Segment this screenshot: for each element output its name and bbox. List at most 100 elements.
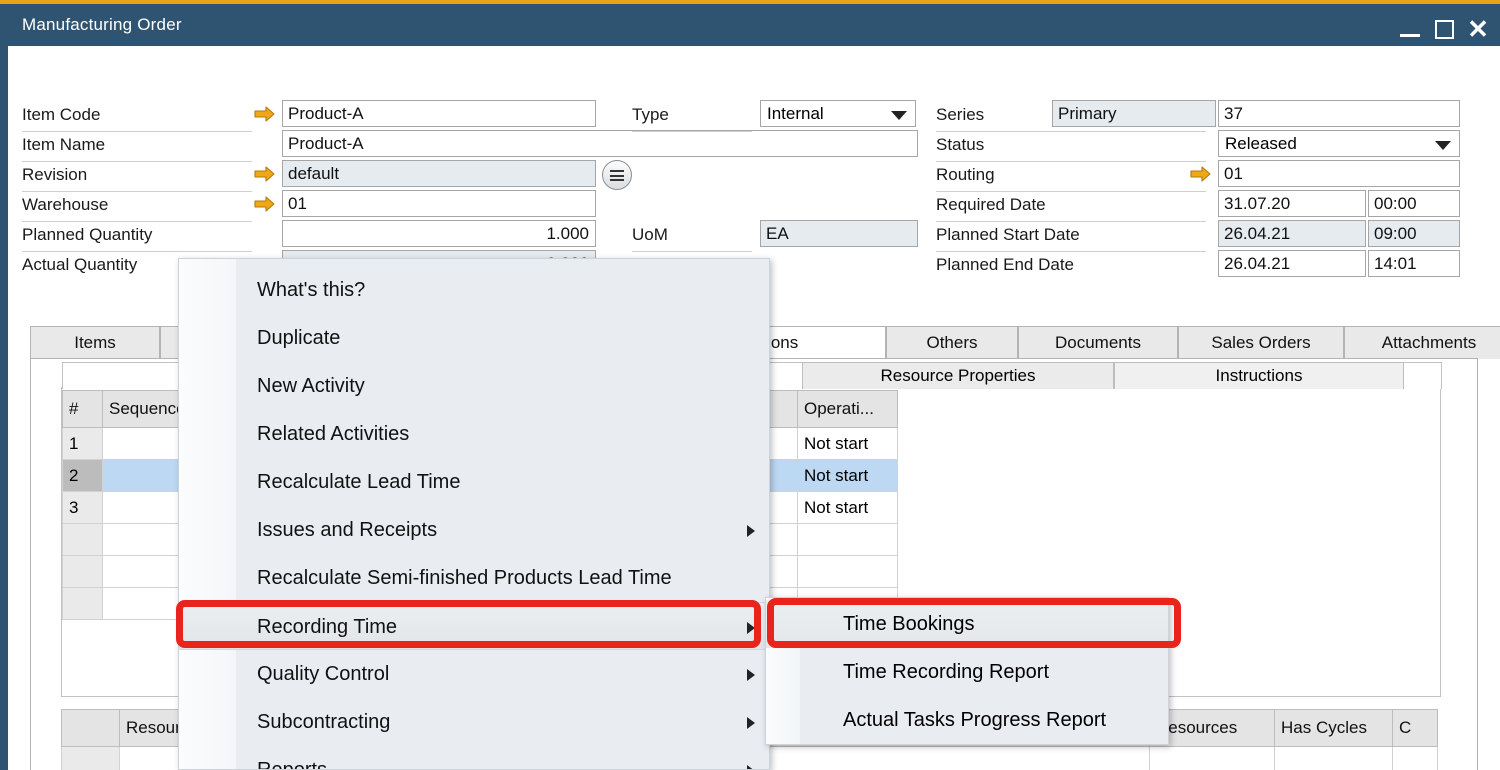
menu-item-new-activity[interactable]: New Activity (179, 362, 770, 410)
submenu-item-label: Time Bookings (843, 600, 975, 648)
label-uom: UoM (632, 225, 668, 245)
label-actual-quantity: Actual Quantity (22, 255, 137, 275)
cell-c[interactable] (1393, 747, 1438, 770)
list-icon (610, 170, 624, 181)
menu-item-label: Duplicate (257, 314, 340, 362)
label-type: Type (632, 105, 669, 125)
planned-start-date-input[interactable]: 26.04.21 (1218, 220, 1366, 247)
menu-item-label: What's this? (257, 266, 365, 314)
required-arrow-icon (254, 165, 276, 183)
series-input[interactable]: Primary (1052, 100, 1216, 127)
label-required-date: Required Date (936, 195, 1046, 215)
cell-resources-rownum (62, 747, 120, 770)
cell-has-cycles[interactable] (1275, 747, 1393, 770)
menu-item-related-activities[interactable]: Related Activities (179, 410, 770, 458)
field-underline (22, 251, 252, 252)
menu-item-label: Recalculate Semi-finished Products Lead … (257, 554, 672, 602)
label-item-code: Item Code (22, 105, 100, 125)
submenu-item-time-bookings[interactable]: Time Bookings (766, 600, 1169, 648)
menu-item-label: New Activity (257, 362, 365, 410)
menu-item-label: Subcontracting (257, 698, 390, 746)
field-underline (632, 251, 752, 252)
menu-item-subcontracting[interactable]: Subcontracting (179, 698, 770, 746)
chevron-down-icon (1435, 141, 1451, 150)
menu-item-recording-time[interactable]: Recording Time (179, 602, 770, 650)
tab-documents[interactable]: Documents (1018, 326, 1178, 359)
chevron-down-icon (891, 111, 907, 120)
submenu-arrow-icon (747, 717, 755, 729)
revision-list-button[interactable] (602, 160, 632, 190)
menu-item-recalculate-semi-finished-products-lead-time[interactable]: Recalculate Semi-finished Products Lead … (179, 554, 770, 602)
label-planned-quantity: Planned Quantity (22, 225, 152, 245)
cell-operation-status[interactable]: Not start (798, 428, 898, 460)
label-item-name: Item Name (22, 135, 105, 155)
menu-item-reports[interactable]: Reports (179, 746, 770, 770)
revision-input[interactable]: default (282, 160, 596, 187)
status-select[interactable]: Released (1218, 130, 1460, 157)
maximize-icon (1435, 20, 1454, 39)
col-operation-status[interactable]: Operati... (798, 391, 898, 428)
planned-end-date-input[interactable]: 26.04.21 (1218, 250, 1366, 277)
menu-item-duplicate[interactable]: Duplicate (179, 314, 770, 362)
cell-operation-status[interactable] (798, 556, 898, 588)
field-underline (936, 251, 1206, 252)
tab-sales-orders[interactable]: Sales Orders (1178, 326, 1344, 359)
label-revision: Revision (22, 165, 87, 185)
label-series: Series (936, 105, 984, 125)
close-icon: ✕ (1467, 16, 1489, 42)
type-select-value: Internal (767, 102, 824, 126)
cell-operation-status[interactable]: Not start (798, 460, 898, 492)
menu-item-label: Recording Time (257, 603, 397, 651)
cell-resources[interactable] (1150, 747, 1275, 770)
col-has-cycles[interactable]: Has Cycles (1275, 710, 1393, 747)
tab-items[interactable]: Items (30, 326, 160, 359)
menu-item-issues-and-receipts[interactable]: Issues and Receipts (179, 506, 770, 554)
cell-rownum (63, 556, 103, 588)
cell-rownum (63, 524, 103, 556)
cell-operation-status[interactable]: Not start (798, 492, 898, 524)
title-bar: Manufacturing Order ✕ (0, 4, 1500, 46)
col-c[interactable]: C (1393, 710, 1438, 747)
field-underline (936, 191, 1206, 192)
menu-item-whats-this[interactable]: What's this? (179, 266, 770, 314)
label-warehouse: Warehouse (22, 195, 108, 215)
type-select[interactable]: Internal (760, 100, 916, 127)
required-arrow-icon (1190, 165, 1212, 183)
menu-item-label: Quality Control (257, 650, 389, 698)
item-name-input[interactable]: Product-A (282, 130, 918, 157)
submenu-item-label: Actual Tasks Progress Report (843, 696, 1106, 744)
submenu-arrow-icon (747, 622, 755, 634)
context-menu: What's this? Duplicate New Activity Rela… (178, 258, 770, 770)
col-rownum[interactable]: # (63, 391, 103, 428)
status-select-value: Released (1225, 132, 1297, 156)
routing-input[interactable]: 01 (1218, 160, 1460, 187)
planned-end-time-input[interactable]: 14:01 (1368, 250, 1460, 277)
label-status: Status (936, 135, 984, 155)
submenu-item-actual-tasks-progress-report[interactable]: Actual Tasks Progress Report (766, 696, 1169, 744)
tab-others[interactable]: Others (886, 326, 1018, 359)
col-resources-rownum[interactable] (62, 710, 120, 747)
recording-time-submenu: Time Bookings Time Recording Report Actu… (765, 597, 1169, 745)
menu-item-quality-control[interactable]: Quality Control (179, 650, 770, 698)
label-routing: Routing (936, 165, 995, 185)
submenu-arrow-icon (747, 525, 755, 537)
series-number-input[interactable]: 37 (1218, 100, 1460, 127)
subtab-instructions[interactable]: Instructions (1114, 362, 1404, 389)
cell-operation-status[interactable] (798, 524, 898, 556)
uom-input[interactable]: EA (760, 220, 918, 247)
planned-start-time-input[interactable]: 09:00 (1368, 220, 1460, 247)
menu-item-recalculate-lead-time[interactable]: Recalculate Lead Time (179, 458, 770, 506)
required-date-input[interactable]: 31.07.20 (1218, 190, 1366, 217)
close-button[interactable]: ✕ (1458, 8, 1498, 50)
submenu-item-time-recording-report[interactable]: Time Recording Report (766, 648, 1169, 696)
tab-attachments[interactable]: Attachments (1344, 326, 1500, 359)
subtab-resource-properties[interactable]: Resource Properties (802, 362, 1114, 389)
field-underline (632, 131, 752, 132)
cell-rownum: 1 (63, 428, 103, 460)
planned-quantity-input[interactable]: 1.000 (282, 220, 596, 247)
menu-item-label: Reports (257, 746, 327, 770)
warehouse-input[interactable]: 01 (282, 190, 596, 217)
item-code-input[interactable]: Product-A (282, 100, 596, 127)
cell-rownum: 2 (63, 460, 103, 492)
required-time-input[interactable]: 00:00 (1368, 190, 1460, 217)
